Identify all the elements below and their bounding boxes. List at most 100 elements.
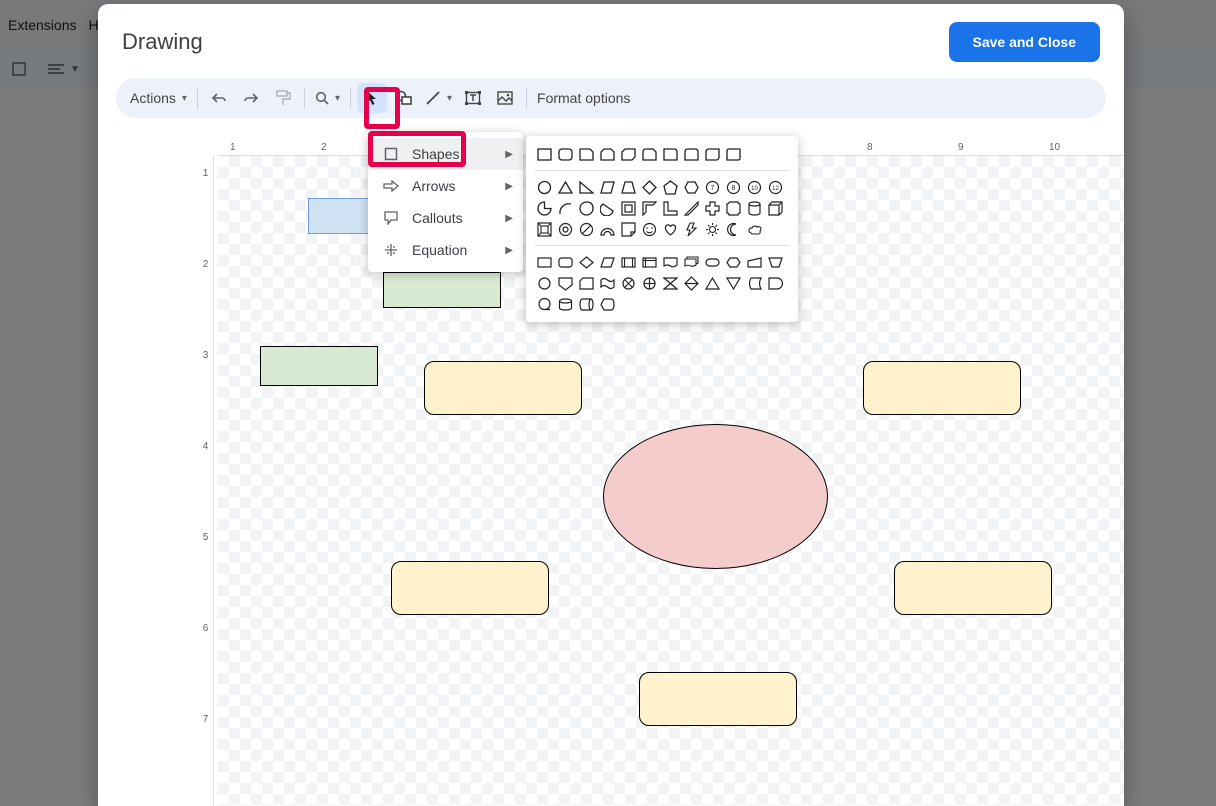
shape-flow-predefined[interactable] [618, 252, 638, 272]
shape-group-2: 7 8 10 12 [534, 177, 790, 239]
shape-flow-display[interactable] [597, 294, 617, 314]
canvas-shape-ellipse-pink[interactable] [603, 424, 828, 569]
shape-decagon[interactable]: 10 [744, 177, 764, 197]
canvas-shape-rrect-cream-3[interactable] [391, 561, 549, 615]
ruler-v-tick: 1 [198, 168, 213, 179]
shape-bevel[interactable] [534, 219, 554, 239]
shape-flow-magnetic-disk[interactable] [555, 294, 575, 314]
shape-round-diag[interactable] [702, 144, 722, 164]
shape-half-frame[interactable] [639, 198, 659, 218]
line-tool-button[interactable]: ▾ [421, 83, 456, 113]
shape-cube[interactable] [765, 198, 785, 218]
shape-flow-alt-process[interactable] [555, 252, 575, 272]
shape-flow-card[interactable] [576, 273, 596, 293]
actions-menu-button[interactable]: Actions▾ [126, 83, 191, 113]
shape-pie[interactable] [534, 198, 554, 218]
shape-cloud[interactable] [744, 219, 764, 239]
shape-flow-sort[interactable] [681, 273, 701, 293]
redo-button[interactable] [236, 83, 266, 113]
shape-flow-document[interactable] [660, 252, 680, 272]
shape-donut[interactable] [555, 219, 575, 239]
paint-format-button[interactable] [268, 83, 298, 113]
shape-arc[interactable] [555, 198, 575, 218]
shape-flow-or[interactable] [639, 273, 659, 293]
format-options-label[interactable]: Format options [533, 90, 630, 106]
shape-l-shape[interactable] [660, 198, 680, 218]
canvas-shape-rrect-cream-5[interactable] [639, 672, 797, 726]
undo-button[interactable] [204, 83, 234, 113]
shape-cross[interactable] [702, 198, 722, 218]
shape-flow-connector[interactable] [534, 273, 554, 293]
menu-item-callouts[interactable]: Callouts ▶ [368, 202, 523, 234]
shape-snip-round[interactable] [639, 144, 659, 164]
shape-block-arc[interactable] [597, 219, 617, 239]
shape-frame[interactable] [618, 198, 638, 218]
canvas-shape-rrect-cream-4[interactable] [894, 561, 1052, 615]
shape-flow-tape[interactable] [597, 273, 617, 293]
textbox-tool-button[interactable] [458, 83, 488, 113]
shape-flow-preparation[interactable] [723, 252, 743, 272]
ruler-h-tick: 1 [230, 140, 236, 155]
shape-chord[interactable] [597, 198, 617, 218]
shape-flow-internal-storage[interactable] [639, 252, 659, 272]
shape-rectangle[interactable] [534, 144, 554, 164]
shape-flow-merge[interactable] [723, 273, 743, 293]
shape-flow-decision[interactable] [576, 252, 596, 272]
shape-round-single[interactable] [660, 144, 680, 164]
menu-item-equation[interactable]: Equation ▶ [368, 234, 523, 266]
shape-dodecagon[interactable]: 12 [765, 177, 785, 197]
shape-flow-process[interactable] [534, 252, 554, 272]
shape-snip-same[interactable] [597, 144, 617, 164]
canvas-shape-rect-green-2[interactable] [260, 346, 378, 386]
shape-lightning[interactable] [681, 219, 701, 239]
canvas-shape-rect-green-1[interactable] [383, 272, 501, 308]
image-tool-button[interactable] [490, 83, 520, 113]
shape-trapezoid[interactable] [618, 177, 638, 197]
shape-smiley[interactable] [639, 219, 659, 239]
shape-triangle[interactable] [555, 177, 575, 197]
shape-hexagon[interactable] [681, 177, 701, 197]
shape-flow-manual-op[interactable] [765, 252, 785, 272]
shape-flow-delay[interactable] [765, 273, 785, 293]
shape-oval[interactable] [534, 177, 554, 197]
shape-heart[interactable] [660, 219, 680, 239]
menu-item-shapes[interactable]: Shapes ▶ [368, 138, 523, 170]
shape-flow-terminator[interactable] [702, 252, 722, 272]
shape-teardrop[interactable] [576, 198, 596, 218]
shape-snip-diag[interactable] [618, 144, 638, 164]
shape-pentagon[interactable] [660, 177, 680, 197]
shape-right-triangle[interactable] [576, 177, 596, 197]
shape-flow-direct-access[interactable] [576, 294, 596, 314]
shape-flow-offpage[interactable] [555, 273, 575, 293]
shape-plaque[interactable] [723, 198, 743, 218]
canvas-shape-rrect-cream-2[interactable] [863, 361, 1021, 415]
shape-tool-button[interactable] [389, 83, 419, 113]
shape-round-same[interactable] [681, 144, 701, 164]
shape-flow-seq-access[interactable] [534, 294, 554, 314]
shape-flow-summing[interactable] [618, 273, 638, 293]
shape-heptagon[interactable]: 7 [702, 177, 722, 197]
shape-flow-data[interactable] [597, 252, 617, 272]
shape-sun[interactable] [702, 219, 722, 239]
shape-flow-collate[interactable] [660, 273, 680, 293]
shape-flow-stored-data[interactable] [744, 273, 764, 293]
select-tool-button[interactable] [357, 83, 387, 113]
shape-flow-manual-input[interactable] [744, 252, 764, 272]
shape-parallelogram[interactable] [597, 177, 617, 197]
shape-moon[interactable] [723, 219, 743, 239]
zoom-button[interactable]: ▾ [311, 83, 344, 113]
shape-octagon[interactable]: 8 [723, 177, 743, 197]
shape-diagonal-stripe[interactable] [681, 198, 701, 218]
shape-no-symbol[interactable] [576, 219, 596, 239]
canvas-shape-rrect-cream-1[interactable] [424, 361, 582, 415]
shape-flow-multidoc[interactable] [681, 252, 701, 272]
menu-item-arrows[interactable]: Arrows ▶ [368, 170, 523, 202]
shape-flow-extract[interactable] [702, 273, 722, 293]
shape-diamond[interactable] [639, 177, 659, 197]
shape-rounded-rect[interactable] [555, 144, 575, 164]
save-and-close-button[interactable]: Save and Close [949, 22, 1101, 62]
shape-folded-corner[interactable] [618, 219, 638, 239]
shape-can[interactable] [744, 198, 764, 218]
shape-parallelogram-alt[interactable] [723, 144, 743, 164]
shape-snip-single[interactable] [576, 144, 596, 164]
